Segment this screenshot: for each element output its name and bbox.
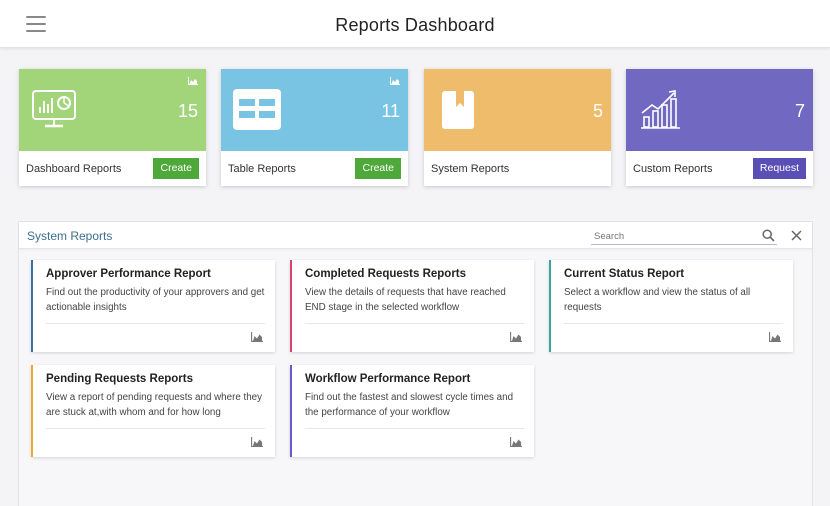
tile-footer: Custom Reports Request	[626, 151, 813, 186]
tile-footer: Table Reports Create	[221, 151, 408, 186]
monitor-chart-icon	[32, 90, 76, 128]
panel-header: System Reports	[19, 222, 812, 249]
tile-header: 5	[424, 69, 611, 151]
table-icon	[233, 89, 281, 130]
tile-label: System Reports	[431, 163, 510, 175]
tile-label: Custom Reports	[633, 163, 713, 175]
tile-label: Table Reports	[228, 163, 296, 175]
report-card-current-status[interactable]: Current Status Report Select a workflow …	[549, 260, 793, 352]
create-dashboard-report-button[interactable]: Create	[153, 158, 199, 179]
tile-count: 15	[177, 101, 198, 121]
tile-count: 5	[592, 101, 603, 121]
card-divider	[564, 323, 783, 324]
request-custom-report-button[interactable]: Request	[752, 158, 806, 179]
search-icon[interactable]	[762, 229, 775, 242]
card-title: Workflow Performance Report	[305, 373, 471, 385]
system-reports-panel: System Reports Approver Performance Repo…	[18, 221, 813, 506]
card-description: View the details of requests that have r…	[305, 287, 506, 313]
panel-title: System Reports	[27, 229, 113, 243]
card-divider	[46, 323, 265, 324]
chart-icon[interactable]	[251, 437, 263, 447]
chart-icon[interactable]	[251, 332, 263, 342]
tile-count: 11	[381, 101, 400, 121]
card-divider	[46, 428, 265, 429]
tile-footer: Dashboard Reports Create	[19, 151, 206, 186]
growth-chart-icon	[641, 90, 680, 129]
tile-footer: System Reports	[424, 151, 611, 186]
tile-label: Dashboard Reports	[26, 163, 122, 175]
chart-icon[interactable]	[510, 437, 522, 447]
page-title: Reports Dashboard	[335, 15, 495, 35]
card-title: Completed Requests Reports	[305, 268, 467, 280]
card-divider	[305, 323, 524, 324]
top-bar: Reports Dashboard	[0, 0, 830, 48]
card-description: Find out the fastest and slowest cycle t…	[305, 392, 514, 418]
chart-mini-icon	[390, 77, 400, 85]
report-card-workflow-performance[interactable]: Workflow Performance Report Find out the…	[290, 365, 534, 457]
report-card-completed-requests[interactable]: Completed Requests Reports View the deta…	[290, 260, 534, 352]
card-description: View a report of pending requests and wh…	[46, 392, 263, 418]
tile-table-reports[interactable]: 11 Table Reports Create	[221, 69, 408, 186]
report-card-approver-performance[interactable]: Approver Performance Report Find out the…	[31, 260, 275, 352]
search-input[interactable]	[591, 227, 751, 246]
book-icon	[442, 91, 474, 129]
tile-header: 11	[221, 69, 408, 151]
chart-mini-icon	[188, 77, 198, 85]
report-card-pending-requests[interactable]: Pending Requests Reports View a report o…	[31, 365, 275, 457]
tile-header: 7	[626, 69, 813, 151]
search-box	[591, 226, 777, 246]
card-title: Pending Requests Reports	[46, 373, 193, 385]
tile-system-reports[interactable]: 5 System Reports	[424, 69, 611, 186]
chart-icon[interactable]	[510, 332, 522, 342]
create-table-report-button[interactable]: Create	[355, 158, 401, 179]
card-title: Approver Performance Report	[46, 268, 211, 280]
tile-custom-reports[interactable]: 7 Custom Reports Request	[626, 69, 813, 186]
tile-count: 7	[794, 101, 805, 121]
card-description: Select a workflow and view the status of…	[564, 287, 751, 313]
tile-dashboard-reports[interactable]: 15 Dashboard Reports Create	[19, 69, 206, 186]
card-description: Find out the productivity of your approv…	[46, 287, 265, 313]
close-icon[interactable]	[791, 230, 802, 241]
chart-icon[interactable]	[769, 332, 781, 342]
tile-header: 15	[19, 69, 206, 151]
card-divider	[305, 428, 524, 429]
card-title: Current Status Report	[564, 268, 685, 280]
